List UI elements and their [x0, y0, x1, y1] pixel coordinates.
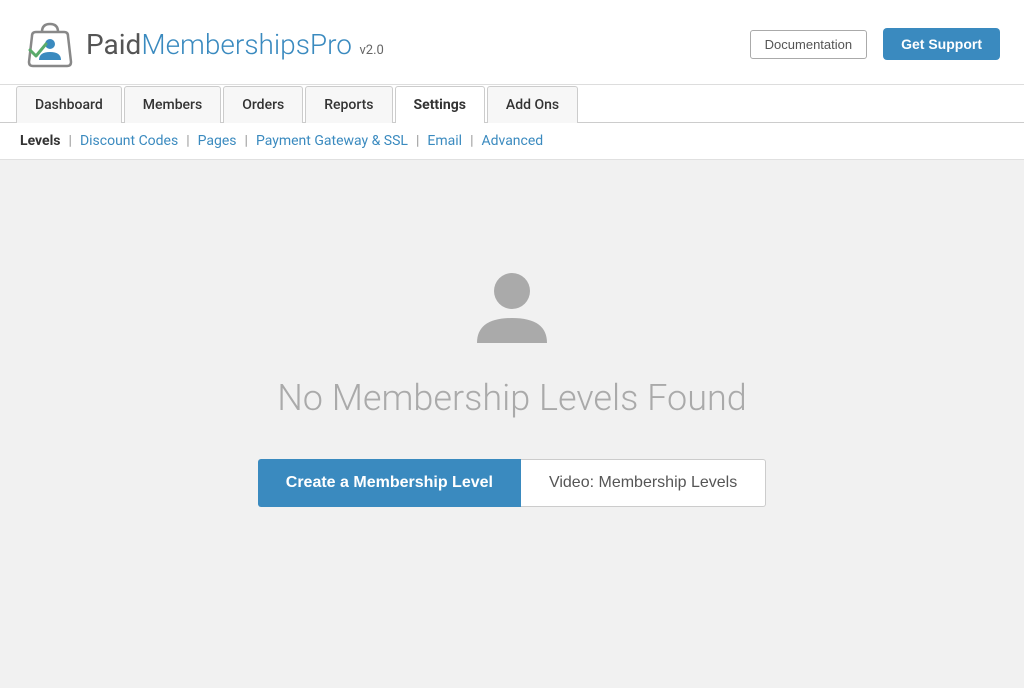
nav-tabs: Dashboard Members Orders Reports Setting… [0, 85, 1024, 123]
logo-area: PaidMembershipsPro v2.0 [24, 18, 734, 70]
sub-nav-sep-2: | [186, 133, 189, 149]
tab-dashboard[interactable]: Dashboard [16, 86, 122, 123]
video-membership-levels-button[interactable]: Video: Membership Levels [521, 459, 766, 507]
tab-settings[interactable]: Settings [395, 86, 485, 123]
empty-state-icon [467, 263, 557, 353]
page-wrapper: PaidMembershipsPro v2.0 Documentation Ge… [0, 0, 1024, 688]
tab-add-ons[interactable]: Add Ons [487, 86, 578, 123]
sub-nav-sep-5: | [470, 133, 473, 149]
action-buttons: Create a Membership Level Video: Members… [258, 459, 766, 507]
subnav-payment-gateway[interactable]: Payment Gateway & SSL [256, 133, 408, 149]
subnav-email[interactable]: Email [427, 133, 462, 149]
documentation-button[interactable]: Documentation [750, 30, 867, 59]
sub-nav: Levels | Discount Codes | Pages | Paymen… [0, 123, 1024, 160]
tab-members[interactable]: Members [124, 86, 221, 123]
subnav-pages[interactable]: Pages [198, 133, 237, 149]
sub-nav-sep-3: | [245, 133, 248, 149]
tab-reports[interactable]: Reports [305, 86, 392, 123]
main-content: No Membership Levels Found Create a Memb… [0, 160, 1024, 590]
header: PaidMembershipsPro v2.0 Documentation Ge… [0, 0, 1024, 85]
get-support-button[interactable]: Get Support [883, 28, 1000, 60]
empty-state-title: No Membership Levels Found [277, 377, 747, 419]
tab-orders[interactable]: Orders [223, 86, 303, 123]
logo-icon [24, 18, 76, 70]
subnav-advanced[interactable]: Advanced [481, 133, 543, 149]
create-membership-level-button[interactable]: Create a Membership Level [258, 459, 521, 507]
subnav-levels[interactable]: Levels [20, 133, 61, 149]
sub-nav-sep-1: | [69, 133, 72, 149]
sub-nav-sep-4: | [416, 133, 419, 149]
subnav-discount-codes[interactable]: Discount Codes [80, 133, 178, 149]
logo-text: PaidMembershipsPro v2.0 [86, 28, 384, 61]
